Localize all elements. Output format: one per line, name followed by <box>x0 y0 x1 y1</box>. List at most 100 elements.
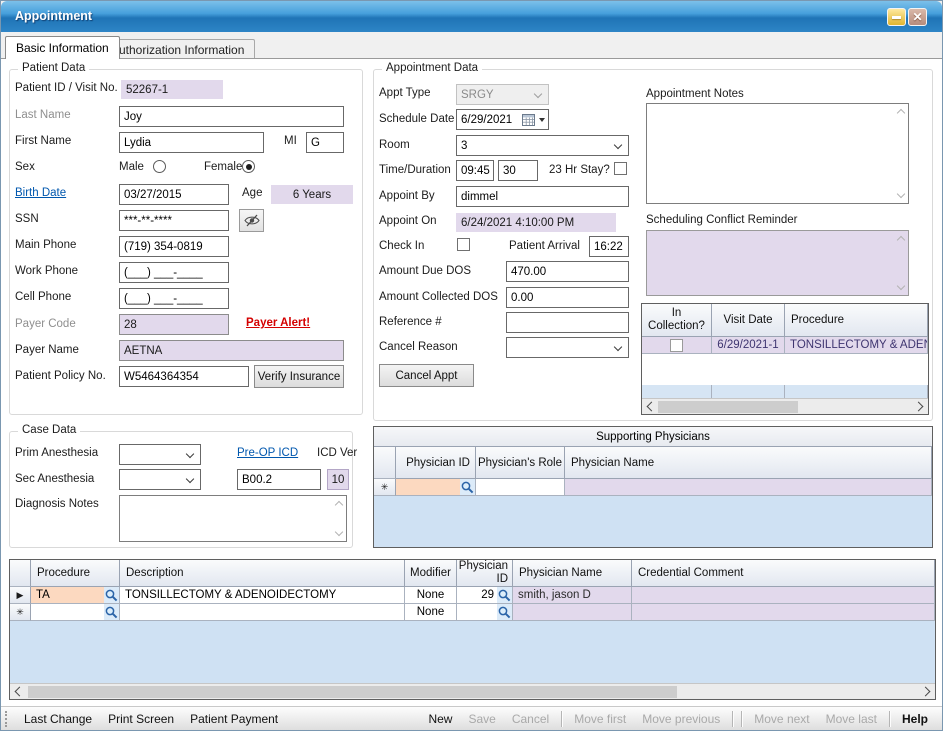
procedure-new-row[interactable]: ✳ None <box>10 604 935 621</box>
visits-col-visit-date[interactable]: Visit Date <box>712 304 785 337</box>
new-button[interactable]: New <box>420 712 460 726</box>
patient-arrival-label: Patient Arrival <box>509 240 580 252</box>
female-radio[interactable] <box>242 160 255 173</box>
reference-input[interactable] <box>506 312 629 333</box>
verify-insurance-button[interactable]: Verify Insurance <box>254 365 344 388</box>
proc-col-credential-comment[interactable]: Credential Comment <box>632 560 935 587</box>
minimize-button[interactable] <box>887 8 906 26</box>
scrollbar-thumb[interactable] <box>658 401 798 413</box>
description-cell[interactable] <box>120 604 405 621</box>
procedure-lookup-button[interactable] <box>104 604 120 621</box>
sup-physician-role-input[interactable] <box>476 479 565 496</box>
amount-due-input[interactable]: 470.00 <box>506 261 629 282</box>
appointment-notes-textarea[interactable] <box>646 103 909 204</box>
title-bar[interactable]: Appointment ✕ <box>1 1 942 32</box>
cancel-appt-button[interactable]: Cancel Appt <box>379 364 474 387</box>
scroll-left-icon[interactable] <box>647 402 657 412</box>
time-input[interactable]: 09:45 <box>456 160 494 181</box>
sec-anesthesia-select[interactable] <box>119 469 201 490</box>
male-radio[interactable] <box>153 160 166 173</box>
tab-authorization-information[interactable]: Authorization Information <box>100 39 255 59</box>
pre-op-icd-link[interactable]: Pre-OP ICD <box>237 447 298 459</box>
physician-id-cell[interactable] <box>457 604 497 621</box>
visits-col-procedure[interactable]: Procedure <box>785 304 928 337</box>
proc-col-modifier[interactable]: Modifier <box>405 560 457 587</box>
payer-alert-link[interactable]: Payer Alert! <box>246 317 310 329</box>
scroll-right-icon[interactable] <box>914 402 924 412</box>
move-previous-button[interactable]: Move previous <box>634 712 728 726</box>
patient-arrival-input[interactable]: 16:22 <box>589 236 629 257</box>
sup-col-physician-id[interactable]: Physician ID <box>396 447 476 479</box>
cancel-reason-select[interactable] <box>506 337 629 358</box>
procedures-grid-hscrollbar[interactable] <box>10 683 935 699</box>
scroll-right-icon[interactable] <box>921 687 931 697</box>
tab-basic-information[interactable]: Basic Information <box>5 36 120 59</box>
amount-collected-input[interactable]: 0.00 <box>506 287 629 308</box>
scroll-down-icon[interactable] <box>897 282 905 290</box>
move-next-button[interactable]: Move next <box>746 712 817 726</box>
prim-anesthesia-select[interactable] <box>119 444 201 465</box>
visits-row[interactable]: 6/29/2021-1 TONSILLECTOMY & ADENOIDECTOM… <box>642 337 928 354</box>
sup-col-physician-name[interactable]: Physician Name <box>565 447 932 479</box>
last-name-input[interactable]: Joy <box>119 106 344 127</box>
cancel-button[interactable]: Cancel <box>504 712 557 726</box>
proc-col-physician-id[interactable]: Physician ID <box>457 560 513 587</box>
modifier-cell[interactable]: None <box>405 587 457 604</box>
description-cell[interactable]: TONSILLECTOMY & ADENOIDECTOMY <box>120 587 405 604</box>
physician-lookup-button[interactable] <box>460 479 476 496</box>
appoint-by-input[interactable]: dimmel <box>456 186 629 207</box>
stay-23hr-checkbox[interactable] <box>614 162 627 175</box>
patient-payment-button[interactable]: Patient Payment <box>182 712 286 726</box>
last-change-button[interactable]: Last Change <box>16 712 100 726</box>
proc-col-procedure[interactable]: Procedure <box>31 560 120 587</box>
room-select[interactable]: 3 <box>456 135 629 156</box>
proc-col-physician-name[interactable]: Physician Name <box>513 560 632 587</box>
birth-date-input[interactable]: 03/27/2015 <box>119 184 229 205</box>
physician-id-cell[interactable]: 29 <box>457 587 497 604</box>
proc-col-description[interactable]: Description <box>120 560 405 587</box>
birth-date-link[interactable]: Birth Date <box>15 187 66 199</box>
modifier-cell[interactable]: None <box>405 604 457 621</box>
sup-col-physician-role[interactable]: Physician's Role <box>476 447 565 479</box>
close-button[interactable]: ✕ <box>908 8 927 26</box>
pre-op-icd-input[interactable]: B00.2 <box>237 469 321 490</box>
conflict-reminder-textarea[interactable] <box>646 230 909 296</box>
scroll-left-icon[interactable] <box>15 687 25 697</box>
procedure-code-cell[interactable] <box>31 604 104 621</box>
first-name-input[interactable]: Lydia <box>119 132 264 153</box>
ssn-input[interactable]: ***-**-**** <box>119 210 229 231</box>
scrollbar-thumb[interactable] <box>28 686 677 698</box>
diagnosis-notes-textarea[interactable] <box>119 495 347 542</box>
in-collection-checkbox[interactable] <box>670 339 683 352</box>
mi-input[interactable]: G <box>306 132 344 153</box>
help-button[interactable]: Help <box>894 712 936 726</box>
physician-lookup-button[interactable] <box>497 604 513 621</box>
duration-input[interactable]: 30 <box>498 160 538 181</box>
scroll-down-icon[interactable] <box>897 190 905 198</box>
supporting-physicians-new-row[interactable]: ✳ <box>374 479 932 496</box>
sup-physician-id-input[interactable] <box>396 479 460 496</box>
procedure-lookup-button[interactable] <box>104 587 120 604</box>
calendar-icon[interactable] <box>522 114 535 126</box>
dropdown-arrow-icon[interactable] <box>539 118 545 122</box>
check-in-checkbox[interactable] <box>457 238 470 251</box>
toggle-ssn-visibility-button[interactable] <box>239 209 264 232</box>
save-button[interactable]: Save <box>460 712 503 726</box>
procedure-code-cell[interactable]: TA <box>31 587 104 604</box>
schedule-date-picker[interactable]: 6/29/2021 <box>456 109 549 130</box>
scroll-up-icon[interactable] <box>897 109 905 117</box>
print-screen-button[interactable]: Print Screen <box>100 712 182 726</box>
physician-lookup-button[interactable] <box>497 587 513 604</box>
visits-col-in-collection[interactable]: In Collection? <box>642 304 712 337</box>
work-phone-input[interactable]: (___) ___-____ <box>119 262 229 283</box>
cell-phone-input[interactable]: (___) ___-____ <box>119 288 229 309</box>
scroll-up-icon[interactable] <box>335 501 343 509</box>
visits-grid-hscrollbar[interactable] <box>642 398 928 414</box>
scroll-up-icon[interactable] <box>897 236 905 244</box>
procedure-row[interactable]: ▶ TA TONSILLECTOMY & ADENOIDECTOMY None … <box>10 587 935 604</box>
move-first-button[interactable]: Move first <box>566 712 634 726</box>
scroll-down-icon[interactable] <box>335 528 343 536</box>
move-last-button[interactable]: Move last <box>818 712 885 726</box>
main-phone-input[interactable]: (719) 354-0819 <box>119 236 229 257</box>
patient-policy-input[interactable]: W5464364354 <box>119 366 249 387</box>
